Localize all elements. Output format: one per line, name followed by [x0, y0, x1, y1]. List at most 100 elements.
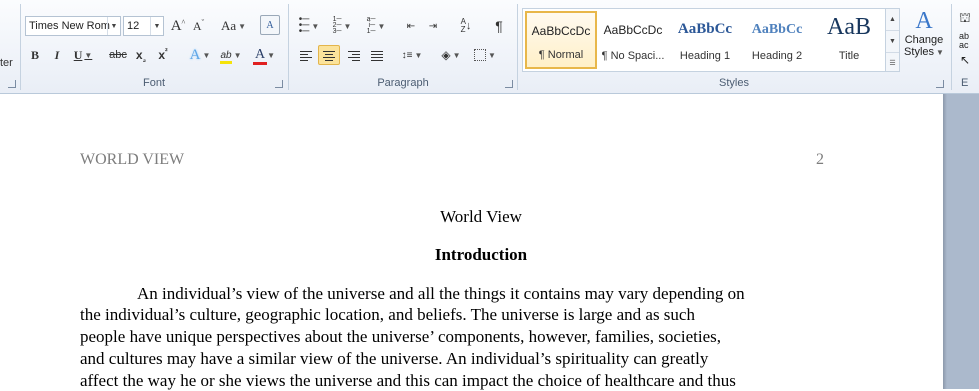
italic-icon: I	[54, 47, 60, 62]
clear-formatting-icon: A	[266, 19, 274, 31]
font-color-glyph: A	[254, 47, 266, 62]
line-spacing-button[interactable]: ↕≡ ▼	[398, 45, 426, 65]
shading-button[interactable]: ◈ ▼	[437, 45, 465, 65]
italic-button[interactable]: I	[47, 45, 67, 65]
body-line: people have unique perspectives about th…	[80, 327, 722, 346]
document-heading[interactable]: Introduction	[80, 245, 882, 265]
font-name-combo[interactable]: Times New Rom ▼	[25, 16, 121, 36]
font-name-value: Times New Rom	[29, 20, 110, 32]
pilcrow-icon: ¶	[495, 18, 503, 34]
bullets-button[interactable]: •─ •─ •─ ▼	[295, 14, 323, 37]
select-arrow-icon[interactable]: ↖	[960, 53, 970, 67]
change-case-label: Aa	[220, 18, 237, 33]
styles-dialog-launcher[interactable]	[936, 80, 944, 88]
style-name: ¶ Normal	[538, 49, 584, 61]
shrink-font-button[interactable]: Aˇ	[189, 16, 208, 36]
chevron-down-icon[interactable]: ▼	[107, 17, 120, 35]
grow-font-button[interactable]: A ^	[168, 16, 188, 36]
clipboard-group: ter	[0, 0, 20, 93]
numbering-button[interactable]: 1─ 2─ 3─ ▼	[327, 16, 357, 36]
justify-button[interactable]	[366, 45, 386, 65]
decrease-indent-icon: ⇤	[406, 20, 416, 32]
running-header: WORLD VIEW	[80, 151, 185, 168]
font-color-button[interactable]: A ▼	[251, 45, 279, 65]
body-line: An individual’s view of the universe and…	[137, 284, 745, 303]
superscript-icon: x	[158, 48, 165, 62]
gallery-more-button[interactable]: ☰	[886, 53, 899, 74]
gallery-down-button[interactable]: ▼	[886, 31, 899, 53]
style-tile[interactable]: AaBbCc Heading 1	[669, 11, 741, 69]
font-size-combo[interactable]: 12 ▼	[123, 16, 164, 36]
subscript-icon: x	[135, 48, 143, 62]
chevron-down-icon[interactable]: ▼	[150, 17, 163, 35]
underline-button[interactable]: U ▼	[69, 45, 97, 65]
font-color-icon: A	[252, 47, 268, 65]
font-group-label: Font	[142, 77, 165, 89]
change-styles-label-1: Change	[904, 34, 944, 46]
style-name: ¶ No Spaci...	[601, 50, 665, 62]
clear-formatting-button[interactable]: A	[260, 15, 280, 35]
align-center-button[interactable]	[318, 45, 340, 65]
style-tile[interactable]: AaB Title	[813, 11, 885, 69]
align-right-button[interactable]	[343, 45, 363, 65]
paint-bucket-icon: ◈	[441, 48, 451, 62]
sort-button[interactable]: A Z ↓	[455, 16, 477, 36]
body-line: affect the way he or she views the unive…	[80, 371, 736, 390]
style-sample: AaBbCcDc	[603, 23, 663, 37]
document-title[interactable]: World View	[80, 207, 882, 227]
style-tile[interactable]: AaBbCc Heading 2	[741, 11, 813, 69]
style-sample: AaBbCc	[677, 21, 733, 37]
style-tile[interactable]: AaBbCcDc ¶ Normal	[525, 11, 597, 69]
style-sample: AaBbCc	[751, 22, 803, 37]
change-styles-label-2-text: Styles	[904, 46, 935, 58]
change-case-button[interactable]: Aa ▼	[220, 16, 247, 36]
shrink-font-icon: A	[192, 18, 202, 33]
format-painter-label[interactable]: ter	[0, 57, 13, 69]
line-spacing-icon: ↕≡	[401, 49, 413, 61]
numbering-icon: 1─ 2─ 3─	[332, 16, 342, 35]
borders-button[interactable]: ▼	[471, 45, 499, 65]
editing-group: ⛫ ab ac ↖ E	[952, 0, 979, 93]
superscript-button[interactable]: x²	[153, 45, 173, 65]
font-group: Times New Rom ▼ 12 ▼ A ^ Aˇ Aa ▼ A B I U ▼	[21, 0, 287, 93]
style-tile[interactable]: AaBbCcDc ¶ No Spaci...	[597, 11, 669, 69]
align-center-icon	[323, 51, 335, 61]
page-shadow	[943, 94, 947, 389]
gallery-up-button[interactable]: ▲	[886, 9, 899, 31]
change-styles-button[interactable]: A Change Styles ▼	[902, 8, 946, 72]
multilevel-list-button[interactable]: a─ i─ 1─ ▼	[361, 16, 391, 36]
align-left-icon	[300, 51, 312, 61]
text-effects-button[interactable]: A ▼	[187, 45, 213, 65]
align-left-button[interactable]	[295, 45, 315, 65]
highlight-color-bar	[220, 60, 232, 64]
subscript-button[interactable]: x₂	[131, 45, 151, 65]
paragraph-dialog-launcher[interactable]	[505, 80, 513, 88]
text-effects-icon: A	[189, 46, 201, 63]
replace-icon[interactable]: ab ac	[959, 32, 969, 50]
styles-group-label: Styles	[719, 77, 749, 89]
font-size-value: 12	[127, 20, 140, 32]
style-name: Title	[838, 50, 860, 62]
bold-icon: B	[30, 47, 39, 62]
bold-button[interactable]: B	[25, 45, 45, 65]
editing-group-label: E	[961, 77, 969, 89]
binoculars-icon[interactable]: ⛫	[959, 10, 971, 28]
styles-scroller: ▲ ▼ ☰	[886, 8, 900, 72]
multilevel-list-icon: a─ i─ 1─	[366, 16, 376, 35]
highlight-button[interactable]: ab ▼	[217, 45, 245, 65]
body-line: the individual’s culture, geographic loc…	[80, 305, 695, 324]
ribbon: ter Times New Rom ▼ 12 ▼ A ^ Aˇ Aa ▼ A B I	[0, 0, 979, 94]
strikethrough-icon: abc	[109, 49, 127, 61]
show-formatting-marks-button[interactable]: ¶	[489, 16, 509, 36]
font-dialog-launcher[interactable]	[275, 80, 283, 88]
bullets-icon: •─ •─ •─	[298, 14, 310, 37]
strikethrough-button[interactable]: abc	[107, 45, 129, 65]
decrease-indent-button[interactable]: ⇤	[401, 16, 421, 36]
style-sample: AaB	[827, 14, 871, 40]
style-name: Heading 2	[751, 50, 803, 62]
increase-indent-button[interactable]: ⇥	[423, 16, 443, 36]
body-line: and cultures may have a similar view of …	[80, 349, 709, 368]
font-color-bar	[252, 62, 268, 65]
clipboard-dialog-launcher[interactable]	[8, 80, 16, 88]
change-styles-icon: A	[915, 8, 933, 34]
